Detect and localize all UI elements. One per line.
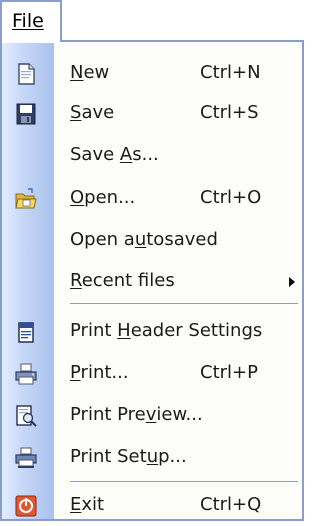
menu-item-open-autosaved[interactable]: Open autosaved [2, 221, 302, 261]
menu-item-label: Save As... [70, 144, 159, 165]
menu-item-label: Exit [70, 494, 105, 515]
menu-item-print-setup[interactable]: Print Setup... [2, 438, 302, 478]
menu-item-label: Open autosaved [70, 229, 218, 250]
menu-item-shortcut: Ctrl+Q [200, 494, 262, 515]
menu-item-label: New [70, 62, 110, 83]
menu-item-print[interactable]: Print... Ctrl+P [2, 354, 302, 394]
menu-item-label: Save [70, 102, 115, 123]
new-document-icon [14, 62, 38, 86]
menu-item-recent-files[interactable]: Recent files [2, 262, 302, 302]
menu-item-label: Recent files [70, 270, 175, 291]
menu-item-label: Open... [70, 187, 136, 208]
print-header-icon [14, 320, 38, 344]
file-menu-tab[interactable]: File [0, 0, 62, 42]
file-dropdown-menu: New Ctrl+N Save Ctrl+S Save As... Open..… [0, 40, 304, 521]
menu-separator [70, 481, 298, 482]
menu-item-label: Print Header Settings [70, 320, 263, 341]
exit-icon [14, 494, 38, 518]
menu-separator [70, 303, 298, 304]
file-menu-label: File [12, 10, 44, 32]
menu-item-save[interactable]: Save Ctrl+S [2, 94, 302, 134]
menu-item-exit[interactable]: Exit Ctrl+Q [2, 486, 302, 526]
floppy-disk-icon [14, 102, 38, 126]
print-setup-icon [14, 446, 38, 470]
menu-item-shortcut: Ctrl+S [200, 102, 259, 123]
menu-item-shortcut: Ctrl+P [200, 362, 258, 383]
menu-item-new[interactable]: New Ctrl+N [2, 54, 302, 94]
menu-item-print-preview[interactable]: Print Preview... [2, 396, 302, 436]
tab-join [2, 40, 60, 43]
menu-item-open[interactable]: Open... Ctrl+O [2, 179, 302, 219]
printer-icon [14, 362, 38, 386]
menu-item-label: Print... [70, 362, 129, 383]
open-folder-icon [14, 187, 38, 211]
menu-item-save-as[interactable]: Save As... [2, 136, 302, 176]
menu-item-shortcut: Ctrl+N [200, 62, 261, 83]
print-preview-icon [14, 404, 38, 428]
submenu-arrow-icon [289, 277, 295, 287]
menu-item-label: Print Preview... [70, 404, 203, 425]
menu-item-shortcut: Ctrl+O [200, 187, 262, 208]
menu-item-label: Print Setup... [70, 446, 187, 467]
menu-item-print-header-settings[interactable]: Print Header Settings [2, 312, 302, 352]
